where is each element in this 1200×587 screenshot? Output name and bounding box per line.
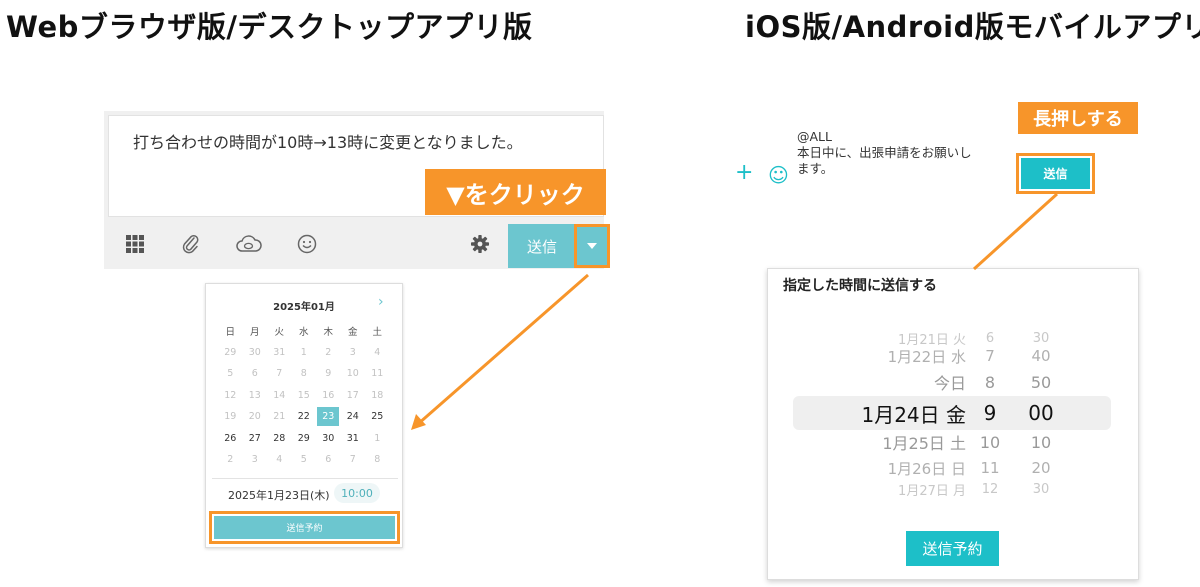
arrow-head-icon [411,414,426,430]
connector-arrows [411,192,1059,430]
line-to-picker [972,192,1059,271]
arrow-to-calendar [417,273,589,426]
